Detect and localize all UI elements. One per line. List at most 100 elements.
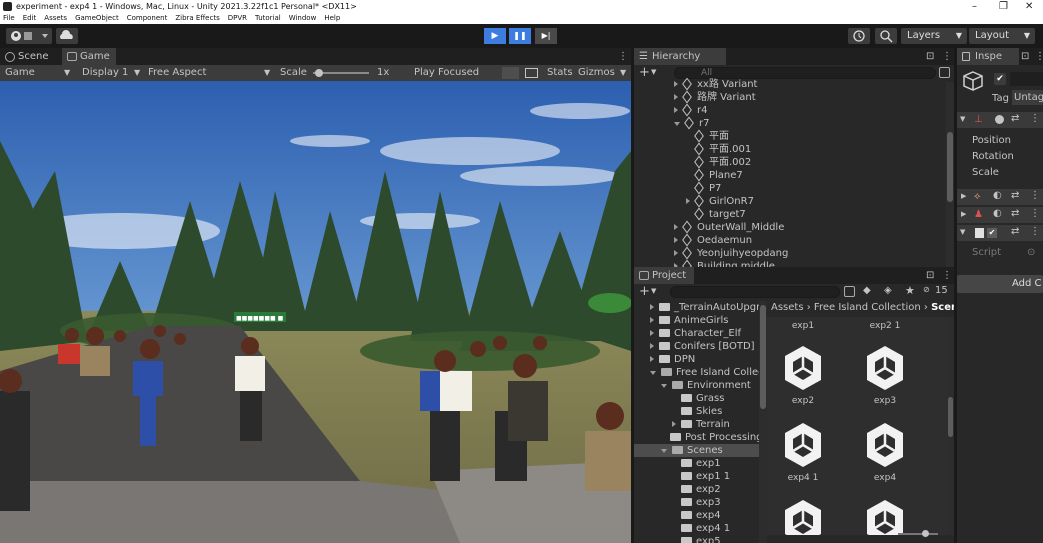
chevron-right-icon[interactable]	[674, 94, 678, 100]
component-header[interactable]: ▶ ⟡ ◐ ⇄ ⋮	[957, 189, 1043, 205]
aspect-dropdown[interactable]: Free Aspect	[148, 65, 206, 81]
chevron-right-icon[interactable]	[674, 237, 678, 243]
project-folder-item[interactable]: Scenes	[634, 444, 759, 457]
play-button[interactable]: ▶	[484, 28, 506, 44]
menu-help[interactable]: Help	[324, 13, 340, 24]
active-checkbox[interactable]: ✔	[994, 73, 1006, 85]
hierarchy-item[interactable]: Plane7	[634, 168, 946, 182]
chevron-right-icon[interactable]	[672, 421, 676, 427]
scale-slider[interactable]	[313, 69, 369, 77]
enabled-checkbox[interactable]: ✔	[987, 228, 997, 238]
stats-button[interactable]: Stats	[547, 65, 573, 81]
maximize-button[interactable]: ❐	[999, 0, 1008, 13]
hierarchy-item[interactable]: target7	[634, 207, 946, 221]
project-folder-item[interactable]: Post Processing	[634, 431, 759, 444]
chevron-right-icon[interactable]	[674, 250, 678, 256]
project-folder-item[interactable]: exp1	[634, 457, 759, 470]
more-options-icon[interactable]: ⋮	[1030, 113, 1040, 124]
menu-assets[interactable]: Assets	[44, 13, 67, 24]
project-grid-scroll-thumb[interactable]	[948, 397, 953, 437]
step-button[interactable]: ▶|	[535, 28, 557, 44]
scale-slider-thumb[interactable]	[315, 69, 324, 77]
menu-edit[interactable]: Edit	[23, 13, 37, 24]
hierarchy-item[interactable]: OuterWall_Middle	[634, 220, 946, 234]
tab-project[interactable]: Project	[634, 267, 694, 284]
display-dropdown[interactable]: Display 1	[82, 65, 128, 81]
hidden-packages-icon[interactable]: ⊘	[923, 285, 930, 294]
unity-scene-icon[interactable]	[864, 421, 906, 469]
keyboard-icon[interactable]	[525, 68, 538, 78]
hierarchy-item[interactable]: 平面.001	[634, 142, 946, 156]
name-field[interactable]	[1010, 72, 1043, 86]
scene-asset-label[interactable]: exp1	[773, 321, 833, 331]
filter-label-icon[interactable]: ◆	[863, 285, 871, 296]
more-options-icon[interactable]: ⋮	[1035, 48, 1043, 65]
project-folder-item[interactable]: exp5	[634, 535, 759, 543]
game-viewport[interactable]: ■■■■■■■ ■	[0, 81, 631, 543]
layers-dropdown[interactable]: Layers ▼	[901, 28, 967, 44]
hierarchy-item[interactable]: Oedaemun	[634, 233, 946, 247]
hierarchy-item[interactable]: r7	[634, 116, 946, 130]
project-folder-item[interactable]: exp1 1	[634, 470, 759, 483]
mute-audio-button[interactable]	[502, 67, 519, 79]
hierarchy-scrollbar[interactable]	[946, 82, 954, 267]
menu-zibra-effects[interactable]: Zibra Effects	[175, 13, 219, 24]
hierarchy-item[interactable]: Building middle	[634, 259, 946, 267]
settings-icon[interactable]: ◐	[993, 190, 1002, 201]
project-tree-scrollbar[interactable]	[759, 301, 767, 543]
help-icon[interactable]	[995, 115, 1004, 124]
hierarchy-item[interactable]: xx路 Variant	[634, 78, 946, 91]
more-options-icon[interactable]: ⋮	[1030, 190, 1040, 201]
chevron-down-icon[interactable]	[674, 122, 680, 126]
minimize-button[interactable]: –	[972, 0, 977, 13]
project-search-input[interactable]	[670, 286, 840, 298]
add-icon[interactable]: +	[639, 284, 650, 299]
account-button[interactable]	[6, 28, 52, 44]
lock-icon[interactable]: ⊡	[926, 48, 934, 65]
script-component-header[interactable]: ▼ ✔ ⇄ ⋮	[957, 225, 1043, 241]
preset-icon[interactable]: ⇄	[1011, 190, 1019, 201]
search-by-type-icon[interactable]	[844, 286, 855, 297]
project-folder-item[interactable]: Grass	[634, 392, 759, 405]
project-folder-item[interactable]: Skies	[634, 405, 759, 418]
chevron-right-icon[interactable]	[674, 107, 678, 113]
project-folder-item[interactable]: Environment	[634, 379, 759, 392]
preset-icon[interactable]: ⇄	[1011, 226, 1019, 237]
project-folder-item[interactable]: _TerrainAutoUpgr	[634, 301, 759, 314]
project-folder-item[interactable]: DPN	[634, 353, 759, 366]
play-focused-dropdown[interactable]: Play Focused	[414, 65, 479, 81]
project-folder-item[interactable]: Free Island Collec	[634, 366, 759, 379]
project-folder-item[interactable]: exp3	[634, 496, 759, 509]
chevron-right-icon[interactable]	[650, 356, 654, 362]
chevron-right-icon[interactable]	[650, 330, 654, 336]
close-button[interactable]: ✕	[1025, 0, 1033, 13]
project-tree-scroll-thumb[interactable]	[760, 305, 766, 409]
search-button[interactable]	[875, 28, 897, 44]
gizmos-button[interactable]: Gizmos	[578, 65, 615, 81]
project-folder-item[interactable]: exp4	[634, 509, 759, 522]
chevron-right-icon[interactable]	[650, 343, 654, 349]
icon-size-slider[interactable]	[898, 530, 938, 537]
unity-scene-icon[interactable]	[864, 344, 906, 392]
hierarchy-item[interactable]: 平面.002	[634, 155, 946, 169]
menu-gameobject[interactable]: GameObject	[75, 13, 119, 24]
hierarchy-item[interactable]: r4	[634, 103, 946, 117]
unity-scene-icon[interactable]	[782, 421, 824, 469]
chevron-right-icon[interactable]	[650, 304, 654, 310]
menu-window[interactable]: Window	[289, 13, 317, 24]
unity-scene-icon[interactable]	[864, 498, 906, 535]
chevron-down-icon[interactable]	[661, 449, 667, 453]
transform-header[interactable]: ▼ ⊥ ⇄ ⋮	[957, 112, 1043, 128]
chevron-right-icon[interactable]	[674, 81, 678, 87]
chevron-right-icon[interactable]	[650, 317, 654, 323]
menu-component[interactable]: Component	[127, 13, 168, 24]
project-folder-item[interactable]: exp2	[634, 483, 759, 496]
chevron-down-icon[interactable]	[661, 384, 667, 388]
pause-button[interactable]: ❚❚	[509, 28, 531, 44]
tag-dropdown[interactable]: Untag	[1012, 90, 1043, 105]
hierarchy-item[interactable]: 路牌 Variant	[634, 90, 946, 104]
settings-icon[interactable]: ◐	[993, 208, 1002, 219]
filter-icon[interactable]	[939, 67, 950, 78]
scene-asset-label[interactable]: exp2 1	[855, 321, 915, 331]
chevron-down-icon[interactable]	[650, 371, 656, 375]
